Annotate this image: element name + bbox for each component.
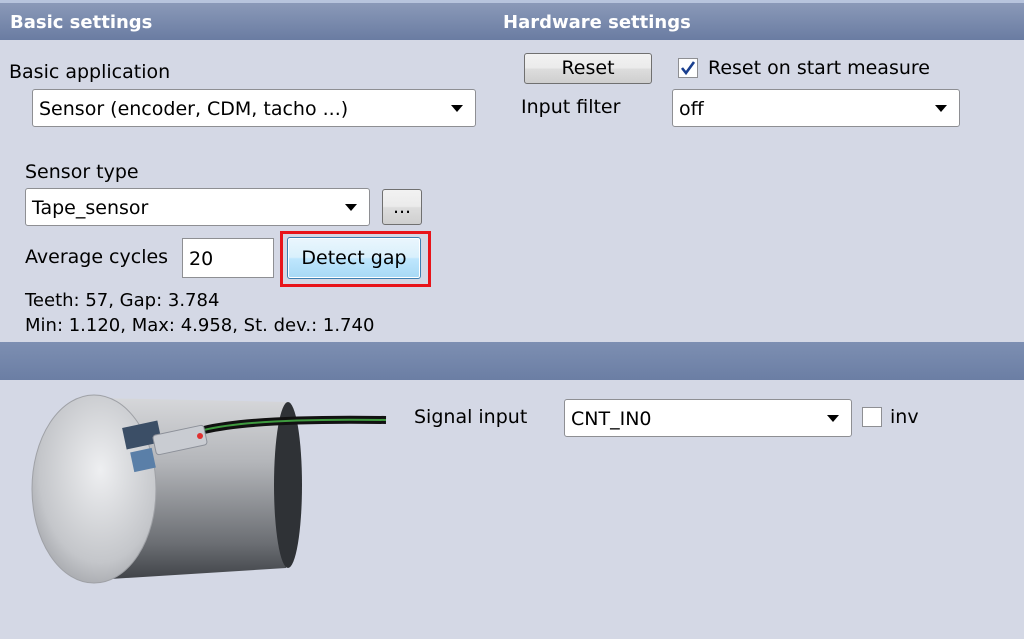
tape-sensor-illustration: [31, 394, 387, 584]
gap-summary-text: Teeth: 57, Gap: 3.784: [25, 290, 220, 311]
section-divider-bar: [0, 342, 1024, 380]
sensor-type-dropdown[interactable]: Tape_sensor: [25, 188, 370, 226]
detect-gap-button[interactable]: Detect gap: [287, 237, 421, 279]
hardware-settings-title: Hardware settings: [503, 12, 691, 33]
signal-input-value: CNT_IN0: [571, 408, 652, 430]
chevron-down-icon: [827, 415, 839, 422]
chevron-down-icon: [451, 105, 463, 112]
average-cycles-label: Average cycles: [25, 246, 169, 268]
reset-on-start-checkbox[interactable]: [678, 58, 698, 78]
sensor-browse-button[interactable]: ...: [382, 189, 422, 225]
basic-application-label: Basic application: [9, 61, 171, 83]
settings-panel: Basic settings Hardware settings Basic a…: [0, 0, 1024, 639]
average-cycles-input[interactable]: 20: [182, 238, 274, 278]
inv-checkbox[interactable]: [862, 407, 882, 427]
chevron-down-icon: [345, 204, 357, 211]
input-filter-dropdown[interactable]: off: [672, 89, 960, 127]
average-cycles-value: 20: [189, 248, 214, 270]
signal-input-dropdown[interactable]: CNT_IN0: [564, 399, 852, 437]
sensor-type-value: Tape_sensor: [32, 197, 149, 219]
reset-on-start-label: Reset on start measure: [708, 57, 930, 79]
input-filter-value: off: [679, 98, 704, 120]
basic-application-value: Sensor (encoder, CDM, tacho ...): [39, 98, 349, 120]
sensor-type-label: Sensor type: [25, 161, 139, 183]
chevron-down-icon: [935, 105, 947, 112]
basic-settings-title: Basic settings: [10, 12, 153, 33]
section-header-bar: Basic settings Hardware settings: [0, 0, 1024, 40]
basic-application-dropdown[interactable]: Sensor (encoder, CDM, tacho ...): [32, 89, 476, 127]
gap-statistics-text: Min: 1.120, Max: 4.958, St. dev.: 1.740: [25, 315, 375, 336]
input-filter-label: Input filter: [521, 96, 621, 118]
signal-input-label: Signal input: [414, 406, 528, 428]
reset-button[interactable]: Reset: [524, 53, 652, 84]
inv-label: inv: [890, 406, 919, 428]
checkmark-icon: [680, 61, 696, 76]
